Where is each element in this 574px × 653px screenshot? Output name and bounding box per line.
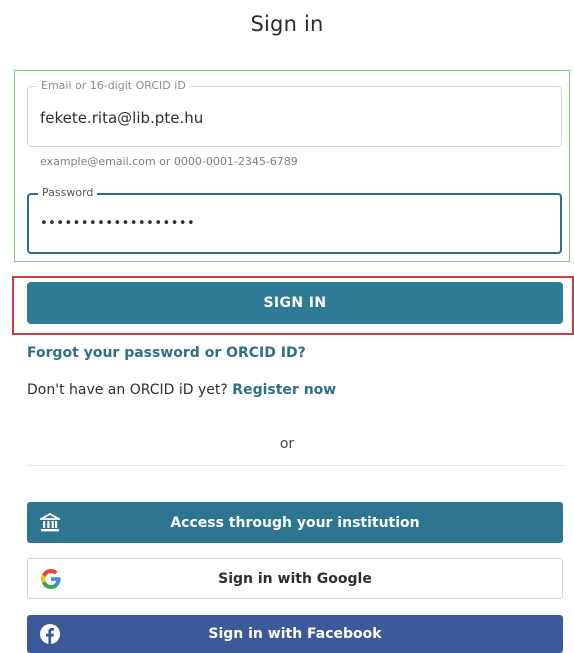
email-field[interactable]: Email or 16-digit ORCID iD fekete.rita@l…	[27, 79, 562, 147]
password-field-label: Password	[38, 186, 98, 200]
email-hint: example@email.com or 0000-0001-2345-6789	[40, 155, 298, 168]
password-field-value[interactable]: •••••••••••••••••••	[40, 216, 195, 231]
facebook-signin-button[interactable]: Sign in with Facebook	[27, 615, 563, 653]
institution-signin-button[interactable]: Access through your institution	[27, 502, 563, 543]
signin-button[interactable]: SIGN IN	[27, 282, 563, 324]
google-icon	[38, 566, 64, 592]
register-prompt: Don't have an ORCID iD yet? Register now	[27, 382, 336, 398]
page-title: Sign in	[250, 12, 324, 36]
email-field-value[interactable]: fekete.rita@lib.pte.hu	[40, 109, 203, 127]
forgot-password-link[interactable]: Forgot your password or ORCID ID?	[27, 345, 306, 361]
password-field[interactable]: Password •••••••••••••••••••	[27, 186, 562, 254]
divider-line	[27, 465, 563, 466]
or-separator-text: or	[279, 436, 295, 452]
no-account-text: Don't have an ORCID iD yet?	[27, 382, 228, 398]
institution-signin-label: Access through your institution	[170, 514, 420, 531]
google-signin-button[interactable]: Sign in with Google	[27, 558, 563, 599]
email-field-label: Email or 16-digit ORCID iD	[37, 79, 190, 93]
facebook-icon	[37, 621, 63, 647]
google-signin-label: Sign in with Google	[218, 570, 372, 587]
bank-icon	[37, 510, 63, 536]
register-now-link[interactable]: Register now	[232, 382, 336, 398]
facebook-signin-label: Sign in with Facebook	[208, 626, 382, 642]
